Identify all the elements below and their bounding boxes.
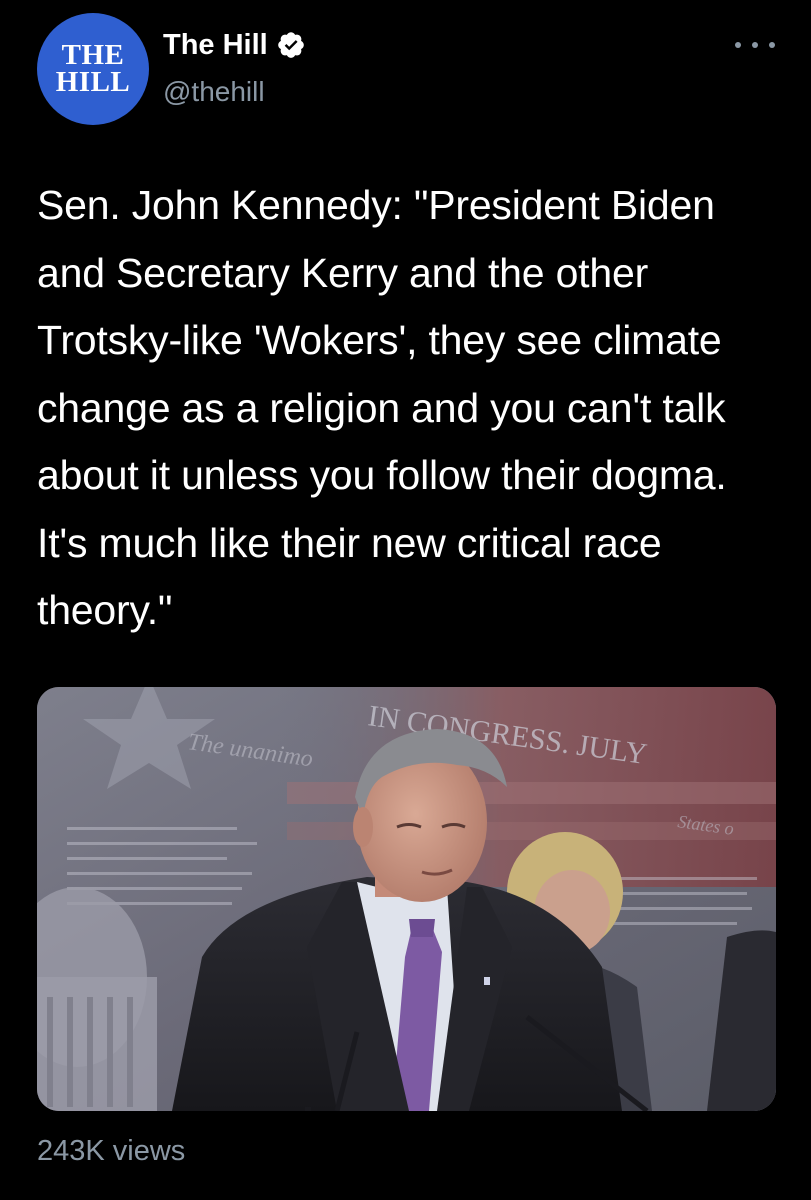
more-dot [769,42,775,48]
avatar-text-hill: HILL [55,66,131,98]
more-horizontal-icon[interactable] [735,30,775,60]
handle[interactable]: @thehill [163,76,265,108]
avatar[interactable]: THE HILL [37,13,149,125]
tweet: THE HILL The Hill @thehill Sen. John Ken… [0,0,811,1200]
verified-badge-icon [276,30,306,60]
display-name-row[interactable]: The Hill [163,28,306,62]
display-name: The Hill [163,29,268,61]
video-thumbnail[interactable]: IN CONGRESS. JULY The unanimo States o [37,687,776,1111]
view-count: 243K views [37,1135,186,1167]
avatar-text-the: THE [61,39,125,71]
more-dot [735,42,741,48]
tweet-text: Sen. John Kennedy: "President Biden and … [37,182,727,633]
more-dot [752,42,758,48]
